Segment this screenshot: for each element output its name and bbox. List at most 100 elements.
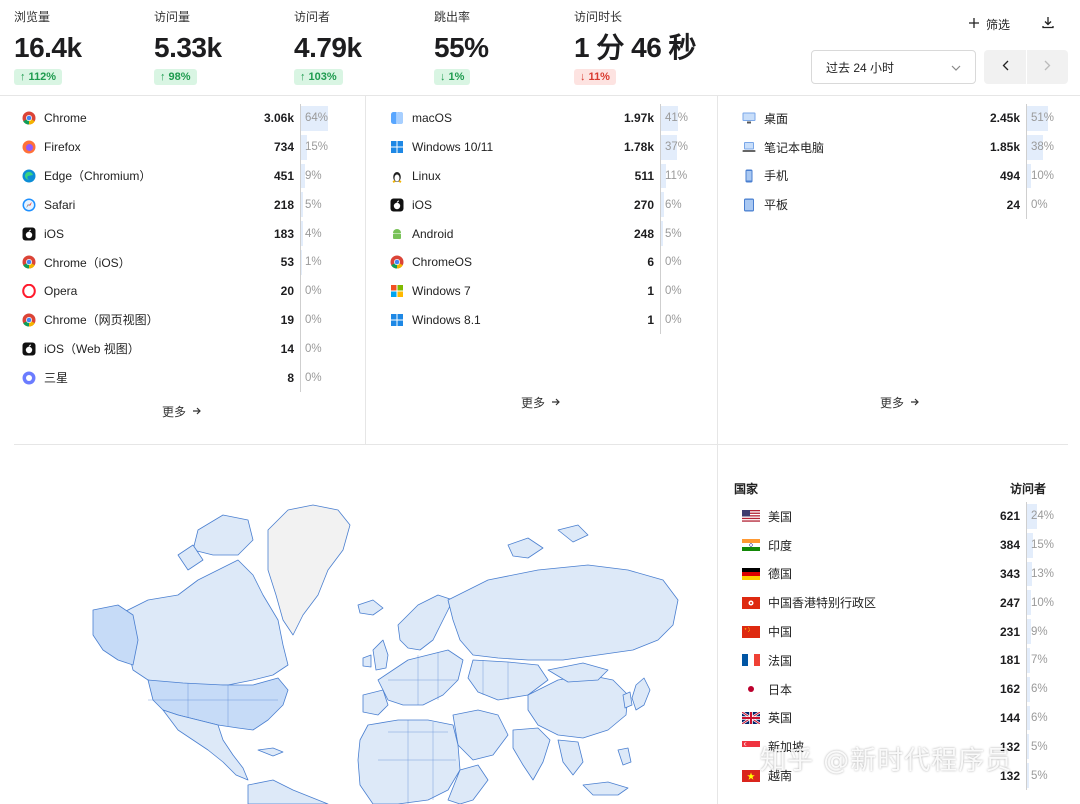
percentage-text: 9% (1031, 625, 1048, 638)
table-row[interactable]: Windows 8.1 1 0% (390, 305, 702, 335)
percentage-text: 0% (305, 313, 322, 326)
desktop-icon (742, 111, 756, 125)
os-more-link[interactable]: 更多 (521, 394, 561, 411)
browsers-more-link[interactable]: 更多 (162, 403, 202, 420)
stat-label: 跳出率 (434, 10, 471, 24)
table-row[interactable]: ChromeOS 6 0% (390, 247, 702, 277)
table-row[interactable]: Android 248 5% (390, 219, 702, 248)
table-row[interactable]: iOS 270 6% (390, 190, 702, 220)
table-row[interactable]: Windows 7 1 0% (390, 276, 702, 306)
country-row[interactable]: 法国 181 7% (742, 645, 1068, 675)
table-row[interactable]: iOS（Web 视图） 14 0% (22, 334, 342, 364)
country-row[interactable]: 中国香港特别行政区 247 10% (742, 588, 1068, 618)
chevron-down-icon (951, 60, 961, 74)
map-region-usa (147, 677, 289, 731)
row-label: Opera (44, 284, 78, 299)
row-count: 53 (280, 255, 294, 270)
country-row[interactable]: 日本 162 6% (742, 674, 1068, 704)
country-row[interactable]: 德国 343 13% (742, 559, 1068, 589)
map-region-indonesia (582, 781, 629, 796)
country-row[interactable]: 英国 144 6% (742, 703, 1068, 733)
country-row[interactable]: 美国 621 24% (742, 502, 1068, 531)
row-percentage: 0% (300, 334, 342, 364)
row-percentage: 6% (660, 190, 702, 220)
row-count: 20 (280, 284, 294, 299)
country-row[interactable]: 中国 231 9% (742, 617, 1068, 646)
map-region-greenland (267, 504, 351, 636)
world-map[interactable] (88, 500, 682, 804)
more-label: 更多 (521, 396, 546, 410)
stat-visitors[interactable]: 访问者 4.79k ↑ 103% (294, 6, 434, 85)
map-region-iberia (362, 689, 389, 716)
table-row[interactable]: Chrome（iOS） 53 1% (22, 247, 342, 277)
table-row[interactable]: Firefox 734 15% (22, 132, 342, 162)
row-count: 734 (273, 140, 294, 155)
filter-button[interactable]: 筛选 (960, 10, 1018, 38)
percentage-text: 6% (665, 198, 682, 211)
row-count: 343 (999, 566, 1020, 581)
map-region-russia (447, 564, 679, 661)
table-row[interactable]: Windows 10/11 1.78k 37% (390, 132, 702, 162)
row-count: 494 (999, 168, 1020, 183)
table-row[interactable]: Edge（Chromium） 451 9% (22, 161, 342, 191)
row-percentage: 11% (660, 161, 702, 191)
row-label: macOS (412, 111, 453, 126)
stat-label: 浏览量 (14, 10, 51, 24)
flag-fr-icon (742, 654, 768, 667)
column-header-visitors[interactable]: 访问者 (1010, 480, 1046, 497)
map-region-arctic-islands (192, 514, 254, 556)
map-region-iceland (357, 599, 384, 616)
stat-visit-duration[interactable]: 访问时长 1 分 46 秒 ↓ 11% (574, 6, 774, 85)
column-header-country[interactable]: 国家 (734, 480, 758, 497)
table-row[interactable]: 平板 24 0% (742, 190, 1068, 220)
map-region-philippines (617, 747, 632, 766)
percentage-text: 13% (1031, 567, 1055, 580)
arrow-right-icon (910, 396, 920, 410)
percentage-text: 15% (305, 141, 329, 154)
download-button[interactable] (1034, 10, 1062, 38)
map-region-korea (622, 691, 633, 709)
country-row[interactable]: 印度 384 15% (742, 530, 1068, 560)
date-range-select[interactable]: 过去 24 小时 (811, 50, 976, 84)
table-row[interactable]: macOS 1.97k 41% (390, 104, 702, 133)
previous-period-button[interactable] (984, 50, 1026, 84)
table-row[interactable]: Linux 511 11% (390, 161, 702, 191)
next-period-button[interactable] (1027, 50, 1068, 84)
stat-visits[interactable]: 访问量 5.33k ↑ 98% (154, 6, 294, 85)
table-row[interactable]: 手机 494 10% (742, 161, 1068, 191)
apple-icon (22, 227, 36, 241)
row-count: 511 (634, 168, 654, 183)
row-label: Edge（Chromium） (44, 169, 152, 184)
row-percentage: 9% (300, 161, 342, 191)
row-percentage: 0% (300, 363, 342, 392)
table-row[interactable]: Chrome（网页视图） 19 0% (22, 305, 342, 335)
row-count: 144 (999, 710, 1020, 725)
table-row[interactable]: iOS 183 4% (22, 219, 342, 248)
table-row[interactable]: 笔记本电脑 1.85k 38% (742, 132, 1068, 162)
stat-pageviews[interactable]: 浏览量 16.4k ↑ 112% (14, 6, 154, 85)
table-row[interactable]: 三星 8 0% (22, 363, 342, 392)
row-count: 19 (280, 312, 294, 327)
row-label: 平板 (764, 198, 789, 213)
stat-bounce-rate[interactable]: 跳出率 55% ↓ 1% (434, 6, 574, 85)
table-row[interactable]: Opera 20 0% (22, 276, 342, 306)
row-percentage: 10% (1026, 161, 1068, 191)
row-percentage: 0% (1026, 190, 1068, 220)
countries-table-header: 国家 访问者 (734, 480, 1046, 497)
map-region-china (527, 674, 629, 739)
row-percentage: 5% (1026, 761, 1068, 790)
stat-value: 55% (434, 32, 489, 63)
android-icon (390, 227, 404, 241)
percentage-text: 0% (665, 285, 682, 298)
table-row[interactable]: 桌面 2.45k 51% (742, 104, 1068, 133)
percentage-text: 5% (665, 227, 682, 240)
row-count: 162 (999, 682, 1020, 697)
stat-change-badge: ↓ 1% (434, 69, 471, 85)
windows7-icon (390, 284, 404, 298)
table-row[interactable]: Chrome 3.06k 64% (22, 104, 342, 133)
devices-more-link[interactable]: 更多 (880, 394, 920, 411)
percentage-text: 0% (305, 371, 322, 384)
table-row[interactable]: Safari 218 5% (22, 190, 342, 220)
stat-value: 1 分 46 秒 (574, 32, 697, 63)
row-label: 美国 (768, 509, 793, 524)
